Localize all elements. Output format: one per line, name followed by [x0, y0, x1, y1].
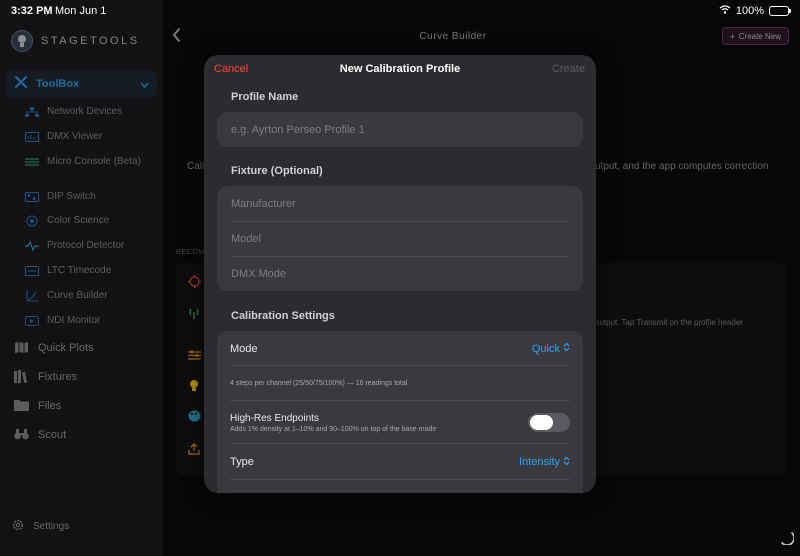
wifi-icon	[719, 5, 731, 17]
status-right: 100%	[719, 5, 791, 17]
model-input[interactable]: Model	[217, 221, 583, 256]
status-date: Mon Jun 1	[55, 5, 107, 17]
type-value: Intensity	[519, 456, 560, 468]
manufacturer-input[interactable]: Manufacturer	[217, 186, 583, 221]
profile-name-label: Profile Name	[231, 91, 299, 103]
mode-description-row: 4 steps per channel (25/50/75/100%) — 16…	[217, 366, 583, 401]
high-res-row: High-Res Endpoints Adds 1% density at 1–…	[217, 401, 583, 444]
mode-picker[interactable]: Quick	[532, 342, 570, 355]
high-res-description: Adds 1% density at 1–10% and 90–100% on …	[230, 425, 437, 433]
profile-name-group: e.g. Ayrton Perseo Profile 1	[217, 112, 583, 147]
high-res-text: High-Res Endpoints Adds 1% density at 1–…	[230, 413, 528, 433]
calibration-settings-label: Calibration Settings	[231, 310, 335, 322]
status-bar: 3:32 PM Mon Jun 1 100%	[0, 0, 800, 22]
create-button[interactable]: Create	[552, 63, 585, 75]
mode-title: Mode	[230, 342, 258, 355]
battery-icon	[769, 6, 791, 16]
mode-value: Quick	[531, 342, 560, 355]
chevron-up-down-icon	[563, 456, 570, 469]
calibration-settings-group: Mode Quick 4 steps per channel (25/50/75…	[217, 331, 583, 493]
loading-spinner-icon	[778, 529, 795, 550]
sheet-title: New Calibration Profile	[339, 63, 461, 75]
sheet-header: Cancel New Calibration Profile Create	[204, 55, 596, 83]
chevron-up-down-icon	[563, 342, 570, 355]
mode-row[interactable]: Mode Quick	[217, 331, 583, 366]
type-picker[interactable]: Intensity	[519, 456, 570, 469]
type-title: Type	[230, 456, 254, 468]
battery-percent: 100%	[735, 5, 764, 17]
dmx-mode-input[interactable]: DMX Mode	[217, 256, 583, 291]
high-res-title: High-Res Endpoints	[230, 412, 319, 424]
fixture-label: Fixture (Optional)	[231, 165, 323, 177]
profile-name-input[interactable]: e.g. Ayrton Perseo Profile 1	[217, 112, 583, 147]
mode-description: 4 steps per channel (25/50/75/100%) — 16…	[230, 380, 408, 387]
status-time: 3:32 PM	[11, 5, 53, 17]
fixture-group: Manufacturer Model DMX Mode	[217, 186, 583, 291]
new-calibration-profile-sheet: Cancel New Calibration Profile Create Pr…	[204, 55, 596, 493]
high-res-toggle[interactable]	[528, 413, 570, 432]
type-row[interactable]: Type Intensity	[217, 444, 583, 480]
